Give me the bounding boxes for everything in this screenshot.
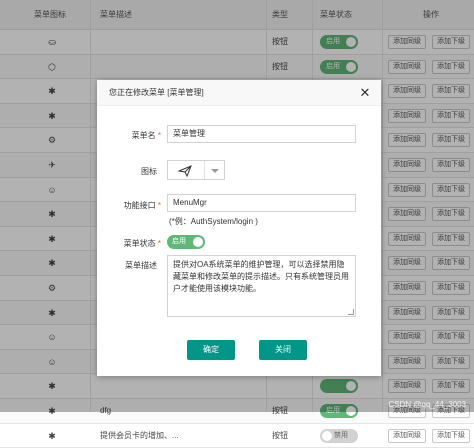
api-label: 功能接口 * (123, 201, 161, 210)
menu-name-input[interactable]: 菜单管理 (167, 125, 356, 143)
status-toggle[interactable]: 启用 (167, 235, 205, 249)
menu-desc-cell: 提供会员卡的增加、... (100, 430, 179, 440)
dialog-title: 您正在修改菜单 [菜单管理] (109, 88, 204, 97)
add-child-button[interactable]: 添加下级 (432, 428, 470, 443)
api-hint: (*例：AuthSystem/login ) (169, 217, 258, 226)
edit-menu-dialog: 您正在修改菜单 [菜单管理] ✕ 菜单名 * 菜单管理 图标 功能接口 * Me… (97, 80, 381, 376)
chevron-down-icon[interactable] (211, 169, 219, 173)
status-switch[interactable]: 禁用 (320, 428, 358, 443)
status-switch-label: 禁用 (334, 431, 348, 439)
close-button[interactable]: 关闭 (259, 340, 307, 360)
api-input[interactable]: MenuMgr (167, 194, 356, 212)
confirm-button[interactable]: 确定 (187, 340, 235, 360)
table-row: ✱ 提供会员卡的增加、... 按钮 禁用 添加同级 添加下级 (0, 423, 474, 448)
desc-textarea[interactable]: 提供对OA系统菜单的维护管理，可以选择禁用隐藏菜单和修改菜单的提示描述。只有系统… (167, 255, 356, 317)
resize-handle-icon[interactable] (348, 309, 354, 315)
toggle-knob (193, 237, 203, 247)
desc-label: 菜单描述 (125, 261, 157, 270)
status-toggle-label: 启用 (172, 238, 186, 245)
icon-picker[interactable] (167, 160, 225, 180)
add-sibling-button[interactable]: 添加同级 (388, 428, 426, 443)
watermark: CSDN @qq_44_3003 (388, 400, 466, 409)
picker-divider (204, 161, 205, 179)
menu-type-cell: 按钮 (272, 430, 288, 440)
status-label: 菜单状态 * (123, 239, 161, 248)
toggle-knob (322, 430, 332, 441)
icon-label: 图标 (141, 167, 157, 176)
close-icon[interactable]: ✕ (358, 86, 372, 100)
dialog-header: 您正在修改菜单 [菜单管理] ✕ (97, 80, 381, 106)
menu-icon: ✱ (48, 430, 56, 441)
desc-text: 提供对OA系统菜单的维护管理，可以选择禁用隐藏菜单和修改菜单的提示描述。只有系统… (173, 260, 349, 293)
paper-plane-icon (178, 165, 192, 178)
menu-name-label: 菜单名 * (131, 131, 161, 140)
